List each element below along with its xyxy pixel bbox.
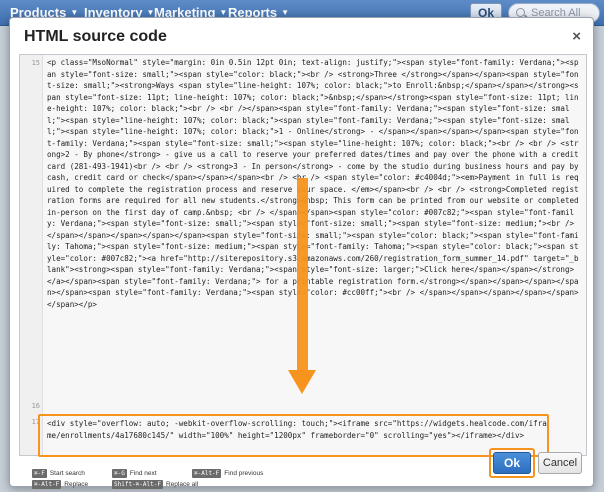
shortcut-label: Replace	[64, 481, 89, 488]
shortcut-keys: ⌘-Alt-F	[192, 469, 222, 478]
shortcut-label: Find next	[129, 470, 157, 477]
chevron-down-icon: ▼	[219, 8, 228, 17]
shortcut-keys: ⌘-Alt-F	[32, 480, 62, 489]
shortcut-replace: ⌘-Alt-F Replace	[32, 480, 88, 489]
line-number: 17	[31, 418, 40, 426]
highlight-annotation-box	[38, 414, 549, 457]
search-icon	[516, 8, 525, 17]
shortcut-label: Start search	[49, 470, 85, 477]
annotation-arrow-head	[288, 370, 316, 394]
shortcut-start-search: ⌘-F Start search	[32, 469, 85, 478]
keyboard-shortcuts: ⌘-F Start search ⌘-G Find next ⌘-Alt-F F…	[32, 469, 312, 492]
line-number: 16	[31, 402, 40, 410]
shortcut-label: Replace all	[165, 481, 199, 488]
shortcut-replace-all: Shift-⌘-Alt-F Replace all	[112, 480, 198, 489]
annotation-arrow-shaft	[297, 178, 308, 374]
line-number: 15	[31, 59, 40, 67]
close-icon[interactable]: ×	[572, 28, 581, 45]
dialog-title: HTML source code	[24, 28, 167, 45]
html-source-dialog: HTML source code × 15 16 17 <p class="Ms…	[9, 17, 594, 489]
ok-button[interactable]: Ok	[493, 452, 531, 474]
shortcut-find-previous: ⌘-Alt-F Find previous	[192, 469, 263, 478]
shortcut-label: Find previous	[224, 470, 264, 477]
shortcut-keys: Shift-⌘-Alt-F	[112, 480, 163, 489]
chevron-down-icon: ▼	[281, 8, 290, 17]
shortcut-keys: ⌘-G	[112, 469, 127, 478]
code-line-15: <p class="MsoNormal" style="margin: 0in …	[47, 58, 579, 309]
shortcut-find-next: ⌘-G Find next	[112, 469, 157, 478]
line-number-gutter	[20, 55, 43, 455]
cancel-button[interactable]: Cancel	[538, 452, 582, 474]
chevron-down-icon: ▼	[70, 8, 79, 17]
shortcut-keys: ⌘-F	[32, 469, 47, 478]
